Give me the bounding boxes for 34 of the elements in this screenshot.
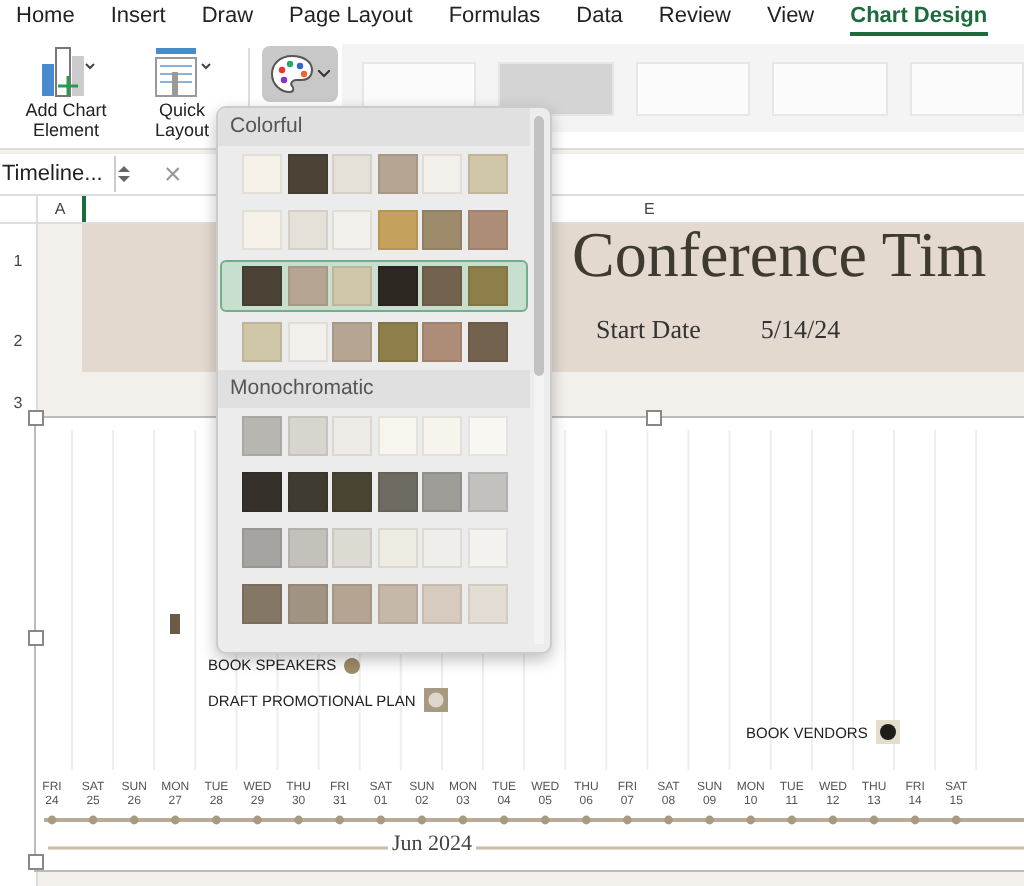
sheet-title: Conference Tim	[572, 224, 989, 294]
ribbon-tab[interactable]: Home	[16, 0, 75, 36]
start-date-value: 5/14/24	[760, 314, 841, 346]
resize-handle[interactable]	[28, 410, 44, 426]
resize-handle[interactable]	[28, 854, 44, 870]
month-label: Jun 2024	[388, 832, 477, 856]
start-date-label: Start Date	[596, 314, 701, 346]
change-colors-button[interactable]	[262, 46, 338, 102]
ribbon-tab[interactable]: Insert	[110, 0, 166, 36]
ribbon-tab[interactable]: Page Layout	[289, 0, 413, 36]
palette-option[interactable]	[220, 260, 528, 312]
ribbon-tab[interactable]: Formulas	[448, 0, 541, 36]
section-heading: Colorful	[218, 108, 530, 146]
task-marker	[170, 614, 180, 634]
row-header[interactable]: 3	[0, 384, 36, 420]
layout-icon	[152, 44, 212, 100]
ribbon-tab[interactable]: View	[766, 0, 815, 36]
resize-handle[interactable]	[646, 410, 662, 426]
add-chart-element-button[interactable]: Add Chart Element	[16, 44, 116, 140]
column-header[interactable]: E	[644, 196, 664, 222]
ribbon-tab[interactable]: Data	[576, 0, 623, 36]
resize-handle[interactable]	[28, 630, 44, 646]
stepper-icon[interactable]	[116, 162, 132, 186]
section-heading: Monochromatic	[218, 370, 530, 408]
name-box[interactable]: Timeline...	[0, 156, 116, 192]
chart-style-thumbnail[interactable]	[498, 61, 614, 115]
row-header[interactable]: 2	[0, 296, 36, 384]
chart-element-icon	[36, 44, 96, 100]
ribbon-tab[interactable]: Draw	[201, 0, 254, 36]
palette-icon	[270, 54, 314, 94]
scrollbar-thumb[interactable]	[534, 116, 544, 376]
ribbon-tab[interactable]: Review	[658, 0, 731, 36]
caret-icon	[318, 70, 330, 78]
row-header[interactable]: 1	[0, 224, 36, 296]
